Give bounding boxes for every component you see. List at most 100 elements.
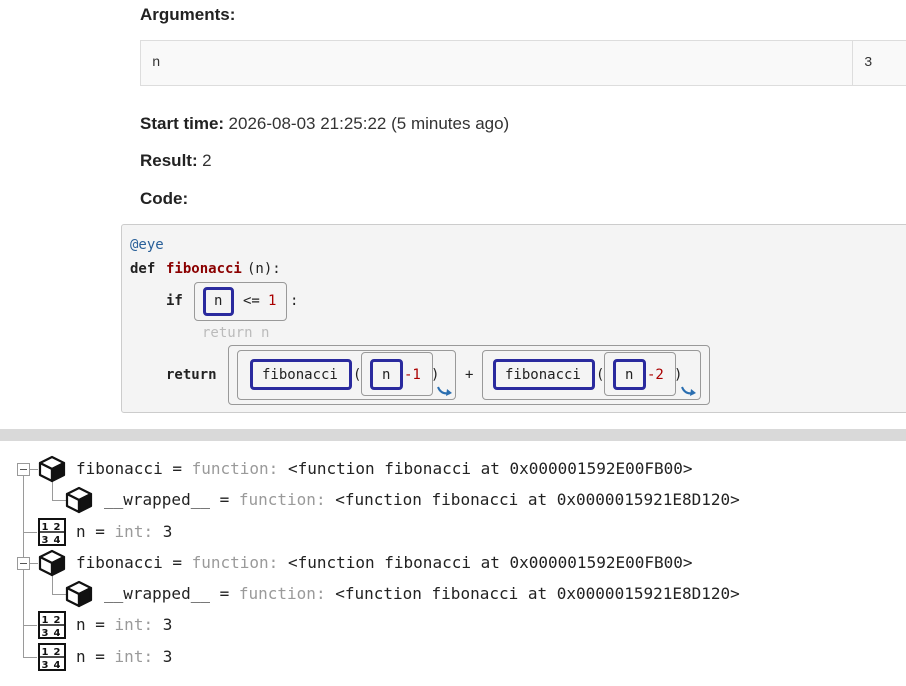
- svg-text:1: 1: [42, 615, 49, 626]
- if-colon: :: [290, 293, 299, 309]
- svg-text:3: 3: [42, 628, 49, 639]
- tree-var-type: int:: [114, 615, 154, 634]
- unexecuted-return: return n: [202, 325, 270, 341]
- svg-text:1: 1: [42, 522, 49, 533]
- number-icon: 1 23 4: [38, 643, 66, 671]
- tree-var-type: function:: [191, 459, 279, 478]
- start-time: Start time: 2026-08-03 21:25:22 (5 minut…: [140, 114, 509, 134]
- call2-number: -2: [647, 367, 664, 383]
- tree-var-value: <function fibonacci at 0x0000015921E8D12…: [325, 584, 740, 603]
- def-keyword: def: [130, 261, 156, 277]
- tree-var-value: <function fibonacci at 0x000001592E00FB0…: [278, 553, 693, 572]
- tree-equals: =: [209, 584, 239, 603]
- svg-text:3: 3: [42, 535, 49, 546]
- tree-equals: =: [85, 647, 115, 666]
- svg-text:3: 3: [42, 660, 49, 671]
- result-label: Result:: [140, 151, 198, 170]
- tree-guide-line: [23, 625, 37, 626]
- code-view: @eye def fibonacci (n): if n <= 1 : retu…: [121, 224, 906, 413]
- call1-jump-icon[interactable]: [437, 385, 453, 397]
- argument-name: n: [152, 55, 161, 71]
- call1-var: n: [382, 367, 391, 383]
- panel-splitter[interactable]: [0, 429, 906, 441]
- condition-var: n: [214, 293, 223, 309]
- tree-var-value: <function fibonacci at 0x000001592E00FB0…: [278, 459, 693, 478]
- call1-close-paren: ): [431, 367, 440, 383]
- tree-var-name: fibonacci: [76, 553, 163, 572]
- tree-guide-line: [23, 532, 37, 533]
- tree-var-type: function:: [238, 490, 326, 509]
- code-label: Code:: [140, 189, 189, 208]
- tree-row[interactable]: n = int: 3: [76, 645, 172, 669]
- svg-text:4: 4: [54, 628, 61, 639]
- tree-var-name: n: [76, 615, 86, 634]
- tree-equals: =: [85, 522, 115, 541]
- tree-guide-line: [52, 576, 53, 594]
- tree-row[interactable]: __wrapped__ = function: <function fibona…: [104, 582, 740, 606]
- tree-var-type: int:: [114, 522, 154, 541]
- tree-guide-line: [52, 482, 53, 500]
- tree-guide-line: [52, 594, 66, 595]
- number-icon: 1 23 4: [38, 518, 66, 546]
- svg-text:2: 2: [54, 522, 61, 533]
- decorator: @eye: [130, 237, 164, 253]
- tree-guide-line: [30, 469, 38, 470]
- tree-equals: =: [162, 459, 192, 478]
- call2-function: fibonacci: [505, 367, 581, 383]
- tree-var-value: 3: [153, 522, 173, 541]
- svg-text:4: 4: [54, 535, 61, 546]
- tree-var-type: function:: [238, 584, 326, 603]
- call2-jump-icon[interactable]: [681, 385, 697, 397]
- tree-equals: =: [162, 553, 192, 572]
- start-time-value: 2026-08-03 21:25:22 (5 minutes ago): [228, 114, 510, 133]
- number-icon: 1 23 4: [38, 611, 66, 639]
- argument-value: 3: [864, 55, 873, 71]
- result: Result: 2: [140, 151, 212, 171]
- plus-operator: +: [465, 367, 474, 383]
- tree-var-type: int:: [114, 647, 154, 666]
- tree-var-name: n: [76, 522, 86, 541]
- tree-var-value: 3: [153, 647, 173, 666]
- condition-number: 1: [268, 293, 277, 309]
- tree-equals: =: [85, 615, 115, 634]
- tree-guide-line: [52, 500, 66, 501]
- tree-row[interactable]: n = int: 3: [76, 520, 172, 544]
- call2-var: n: [625, 367, 634, 383]
- tree-var-value: 3: [153, 615, 173, 634]
- return-keyword: return: [166, 367, 217, 383]
- start-time-label: Start time:: [140, 114, 225, 133]
- result-value: 2: [202, 151, 212, 170]
- svg-text:2: 2: [54, 615, 61, 626]
- tree-var-name: n: [76, 647, 86, 666]
- call1-number: -1: [404, 367, 421, 383]
- svg-text:2: 2: [54, 647, 61, 658]
- call2-close-paren: ): [674, 367, 683, 383]
- tree-equals: =: [209, 490, 239, 509]
- tree-guide-line: [30, 563, 38, 564]
- arguments-label: Arguments:: [140, 5, 236, 24]
- tree-var-value: <function fibonacci at 0x0000015921E8D12…: [325, 490, 740, 509]
- collapse-toggle[interactable]: [17, 557, 30, 570]
- collapse-toggle[interactable]: [17, 463, 30, 476]
- cube-icon: [38, 549, 66, 577]
- tree-row[interactable]: fibonacci = function: <function fibonacc…: [76, 551, 693, 575]
- tree-guide-line: [23, 657, 37, 658]
- tree-row[interactable]: fibonacci = function: <function fibonacc…: [76, 457, 693, 481]
- arguments-table: n 3: [140, 40, 906, 86]
- cube-icon: [38, 455, 66, 483]
- tree-var-type: function:: [191, 553, 279, 572]
- svg-text:1: 1: [42, 647, 49, 658]
- tree-row[interactable]: __wrapped__ = function: <function fibona…: [104, 488, 740, 512]
- tree-var-name: fibonacci: [76, 459, 163, 478]
- cube-icon: [65, 580, 93, 608]
- cube-icon: [65, 486, 93, 514]
- function-name: fibonacci: [166, 261, 242, 277]
- condition-operator: <=: [243, 293, 260, 309]
- call1-function: fibonacci: [262, 367, 338, 383]
- function-params: (n):: [247, 261, 281, 277]
- if-keyword: if: [166, 293, 183, 309]
- tree-row[interactable]: n = int: 3: [76, 613, 172, 637]
- tree-var-name: __wrapped__: [104, 584, 210, 603]
- tree-var-name: __wrapped__: [104, 490, 210, 509]
- svg-text:4: 4: [54, 660, 61, 671]
